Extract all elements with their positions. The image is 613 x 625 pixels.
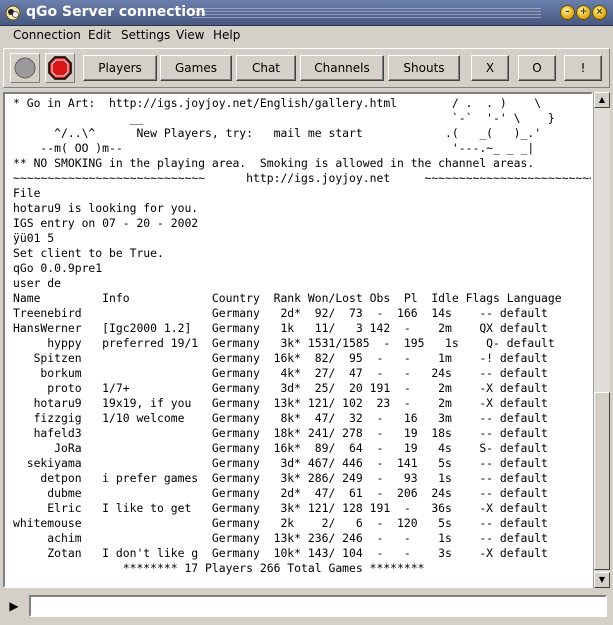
command-input[interactable] [29, 595, 607, 617]
console-line: detpon i prefer games Germany 3k* 286/ 2… [13, 471, 548, 485]
scroll-down-icon[interactable]: ▼ [594, 572, 610, 588]
minimize-icon[interactable]: – [560, 5, 575, 20]
vertical-scrollbar[interactable]: ▲ ▼ [593, 92, 610, 588]
players-button[interactable]: Players [83, 55, 157, 81]
send-arrow-icon[interactable]: ▶ [3, 594, 25, 618]
console-line: Treenebird Germany 2d* 92/ 73 - 166 14s … [13, 306, 548, 320]
games-button[interactable]: Games [160, 55, 232, 81]
console-line: --m( OO )m-- '---.~_ _ _| [13, 141, 535, 155]
console-output[interactable]: * Go in Art: http://igs.joyjoy.net/Engli… [3, 92, 593, 588]
console-line: ******** 17 Players 266 Total Games ****… [13, 561, 425, 575]
scroll-thumb[interactable] [594, 392, 610, 570]
console-line: hafeld3 Germany 18k* 241/ 278 - 19 18s -… [13, 426, 548, 440]
menu-connection[interactable]: Connection [13, 28, 81, 42]
maximize-icon[interactable]: + [576, 5, 591, 20]
console-line: whitemouse Germany 2k 2/ 6 - 120 5s -- d… [13, 516, 548, 530]
channels-button[interactable]: Channels [300, 55, 384, 81]
console-line: ÿü01 5 [13, 231, 55, 245]
console-line: IGS entry on 07 - 20 - 2002 [13, 216, 199, 230]
alert-button[interactable]: ! [564, 55, 602, 81]
o-button[interactable]: O [518, 55, 556, 81]
console-line: user de [13, 276, 62, 290]
menu-bar: Connection Edit Settings View Help [0, 26, 613, 46]
console-line: JoRa Germany 16k* 89/ 64 - 19 4s S- defa… [13, 441, 548, 455]
menu-edit[interactable]: Edit [88, 28, 111, 42]
console-line: qGo 0.0.9pre1 [13, 261, 103, 275]
console-line: hyppy preferred 19/1 Germany 3k* 1531/15… [13, 336, 555, 350]
console-line: Zotan I don't like g Germany 10k* 143/ 1… [13, 546, 548, 560]
console-line: __ `-` '-' \ } [13, 111, 555, 125]
console-line: hotaru9 19x19, if you Germany 13k* 121/ … [13, 396, 548, 410]
app-icon [5, 5, 21, 21]
menu-help[interactable]: Help [213, 28, 240, 42]
console-line: ^/..\^ New Players, try: mail me start .… [13, 126, 542, 140]
status-light-icon [14, 57, 36, 79]
console-line: borkum Germany 4k* 27/ 47 - - 24s -- def… [13, 366, 548, 380]
chat-button[interactable]: Chat [236, 55, 296, 81]
console-line: ** NO SMOKING in the playing area. Smoki… [13, 156, 535, 170]
menu-view[interactable]: View [176, 28, 204, 42]
console-line: sekiyama Germany 3d* 467/ 446 - 141 5s -… [13, 456, 548, 470]
console-line: achim Germany 13k* 236/ 246 - - 1s -- de… [13, 531, 548, 545]
shouts-button[interactable]: Shouts [388, 55, 460, 81]
command-bar: ▶ [3, 592, 610, 620]
console-line: * Go in Art: http://igs.joyjoy.net/Engli… [13, 96, 542, 110]
scroll-up-icon[interactable]: ▲ [594, 92, 610, 108]
console-line: Elric I like to get Germany 3k* 121/ 128… [13, 501, 548, 515]
menu-settings[interactable]: Settings [121, 28, 170, 42]
close-icon[interactable]: × [592, 5, 607, 20]
console-text: * Go in Art: http://igs.joyjoy.net/Engli… [5, 94, 591, 576]
window-title: qGo Server connection [26, 4, 206, 20]
x-button[interactable]: X [471, 55, 509, 81]
title-bar[interactable]: qGo Server connection – + × [0, 0, 613, 26]
title-grip [192, 8, 541, 18]
stop-sign-icon [48, 56, 72, 80]
status-button[interactable] [10, 53, 40, 83]
console-line: Spitzen Germany 16k* 82/ 95 - - 1m -! de… [13, 351, 548, 365]
console-line: Set client to be True. [13, 246, 164, 260]
console-line: dubme Germany 2d* 47/ 61 - 206 24s -- de… [13, 486, 548, 500]
console-line: proto 1/7+ Germany 3d* 25/ 20 191 - 2m -… [13, 381, 548, 395]
console-line: HansWerner [Igc2000 1.2] Germany 1k 11/ … [13, 321, 548, 335]
console-line: fizzgig 1/10 welcome Germany 8k* 47/ 32 … [13, 411, 548, 425]
console-line: ~~~~~~~~~~~~~~~~~~~~~~~~~~~~ http://igs.… [13, 171, 593, 185]
console-line: Name Info Country Rank Won/Lost Obs Pl I… [13, 291, 562, 305]
stop-button[interactable] [45, 53, 75, 83]
console-line: File [13, 186, 41, 200]
console-line: hotaru9 is looking for you. [13, 201, 199, 215]
